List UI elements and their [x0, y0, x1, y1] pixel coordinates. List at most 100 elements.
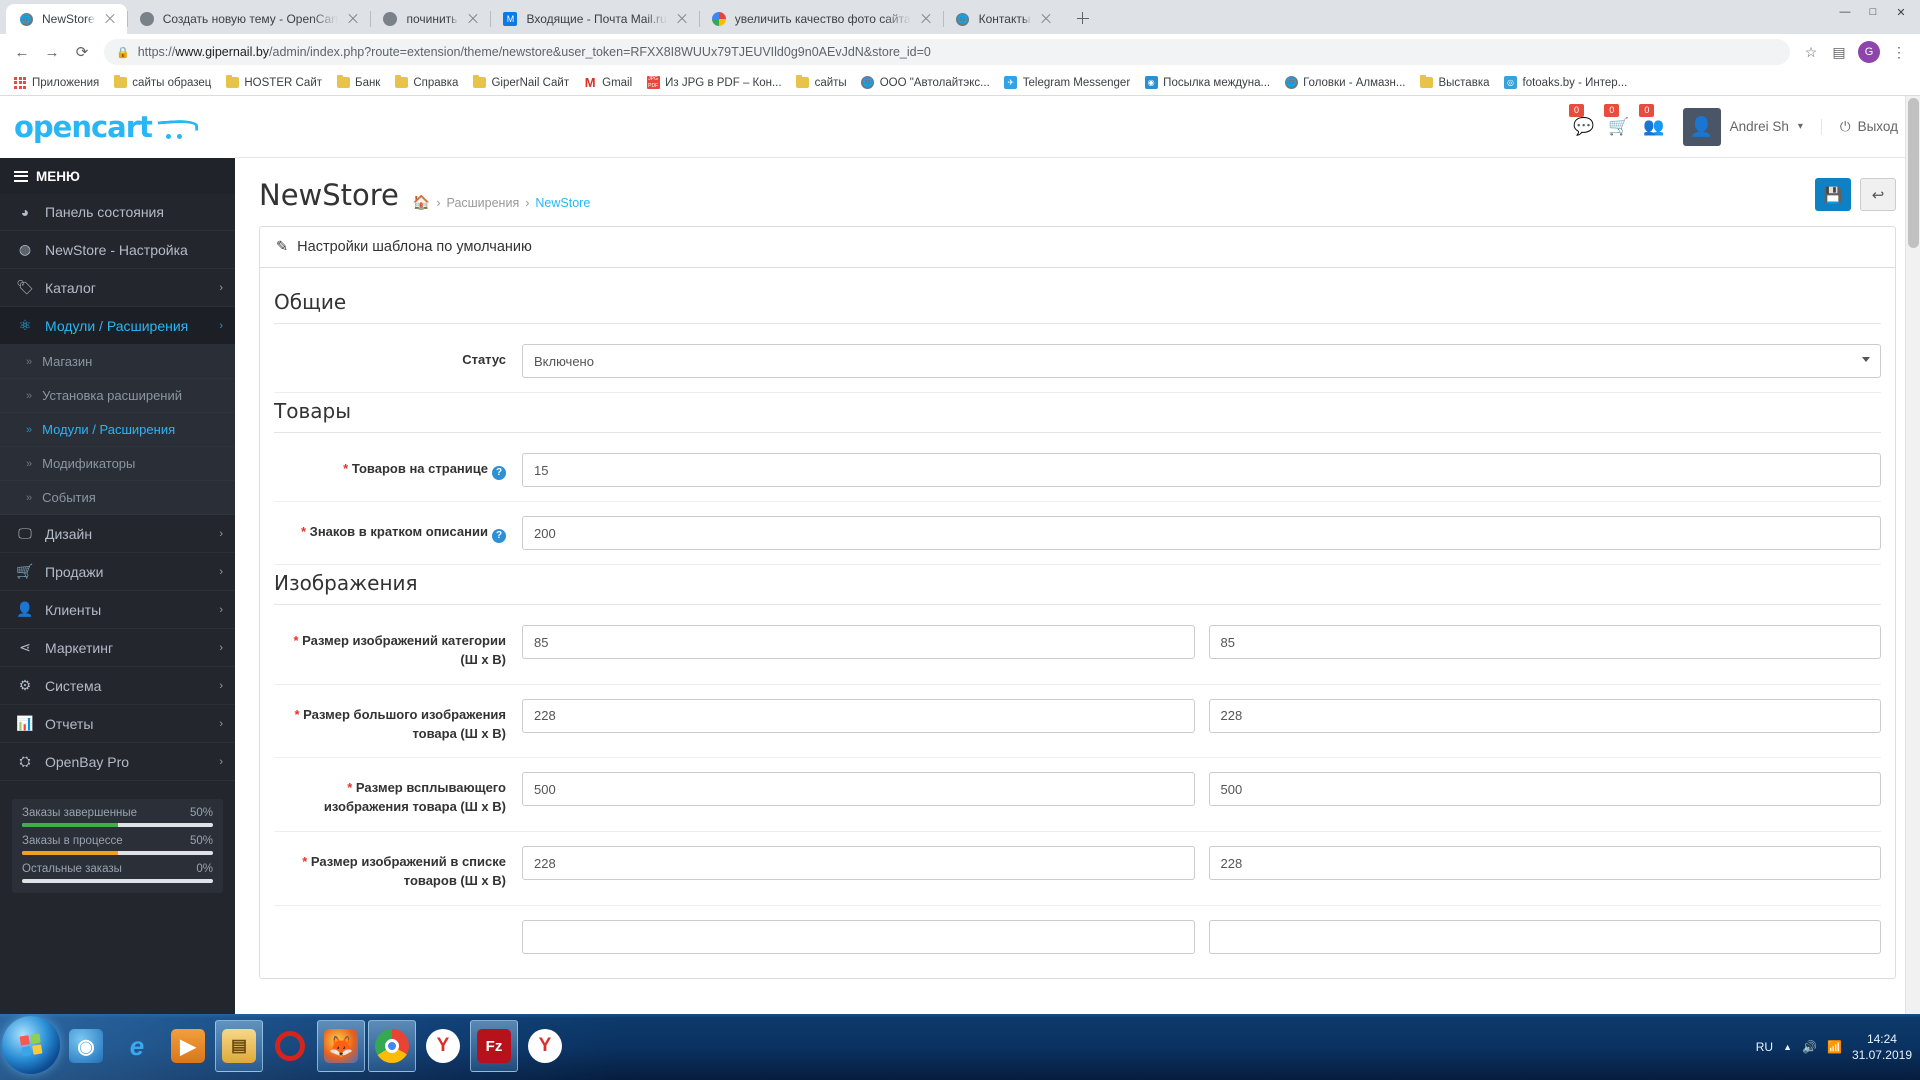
- back-button[interactable]: ↩: [1860, 178, 1896, 211]
- taskbar-filezilla-icon[interactable]: Fz: [470, 1020, 518, 1072]
- sidebar-item-reports[interactable]: 📊 Отчеты ›: [0, 705, 235, 743]
- profile-avatar[interactable]: G: [1858, 41, 1880, 63]
- products-per-page-input[interactable]: 15: [522, 453, 1881, 487]
- short-description-chars-input[interactable]: 200: [522, 516, 1881, 550]
- user-alert-icon[interactable]: 👥 0: [1639, 103, 1665, 137]
- taskbar-firefox-icon[interactable]: 🦊: [317, 1020, 365, 1072]
- submenu-item-events[interactable]: » События: [0, 481, 235, 515]
- clock[interactable]: 14:24 31.07.2019: [1852, 1031, 1912, 1063]
- comment-icon[interactable]: 💬 0: [1569, 103, 1594, 137]
- close-icon[interactable]: [1039, 12, 1053, 26]
- bookmark-item[interactable]: Банк: [329, 73, 387, 93]
- language-indicator[interactable]: RU: [1756, 1040, 1773, 1054]
- bookmark-item[interactable]: GiperNail Сайт: [465, 73, 576, 93]
- taskbar-yandex-browser-icon[interactable]: Y: [419, 1020, 467, 1072]
- show-hidden-icons-icon[interactable]: ▲: [1783, 1042, 1792, 1052]
- close-icon[interactable]: [466, 12, 480, 26]
- bookmark-item[interactable]: сайты: [789, 73, 854, 93]
- browser-tab[interactable]: 🌐 Контакты: [942, 4, 1063, 34]
- back-button[interactable]: ←: [8, 38, 36, 66]
- bookmark-item[interactable]: Выставка: [1412, 73, 1496, 93]
- help-icon[interactable]: ?: [492, 529, 506, 543]
- submenu-item-extensions[interactable]: » Модули / Расширения: [0, 413, 235, 447]
- bookmark-item[interactable]: 🌐 Головки - Алмазн...: [1277, 73, 1412, 93]
- close-icon[interactable]: [103, 12, 117, 26]
- sidebar-item-system[interactable]: ⚙ Система ›: [0, 667, 235, 705]
- close-icon[interactable]: [675, 12, 689, 26]
- user-menu[interactable]: 👤 Andrei Sh ▾: [1682, 107, 1803, 146]
- sidebar-item-extensions[interactable]: ⚛ Модули / Расширения ›: [0, 307, 235, 345]
- sidebar-item-customers[interactable]: 👤 Клиенты ›: [0, 591, 235, 629]
- submenu-item-installer[interactable]: » Установка расширений: [0, 379, 235, 413]
- opencart-logo[interactable]: opencart: [0, 96, 235, 158]
- large-product-image-width-input[interactable]: 228: [522, 698, 1195, 733]
- windows-start-icon[interactable]: [2, 1016, 60, 1074]
- close-window-button[interactable]: ✕: [1888, 2, 1914, 22]
- category-image-width-input[interactable]: 85: [522, 625, 1195, 659]
- browser-tab[interactable]: починить: [370, 4, 491, 34]
- forward-button[interactable]: →: [38, 38, 66, 66]
- new-tab-button[interactable]: [1069, 4, 1097, 32]
- cart-icon[interactable]: 🛒 0: [1604, 103, 1629, 137]
- extension-icon[interactable]: ▤: [1826, 39, 1852, 65]
- reload-button[interactable]: ⟳: [68, 38, 96, 66]
- bookmark-star-icon[interactable]: ☆: [1798, 39, 1824, 65]
- network-icon[interactable]: 📶: [1827, 1040, 1842, 1054]
- sidebar-item-newstore-settings[interactable]: ◍ NewStore - Настройка: [0, 231, 235, 269]
- browser-tab[interactable]: M Входящие - Почта Mail.ru: [490, 4, 699, 34]
- taskbar-explorer-globe-icon[interactable]: ◉: [62, 1020, 110, 1072]
- sidebar-item-marketing[interactable]: ⋖ Маркетинг ›: [0, 629, 235, 667]
- logout-button[interactable]: ⏻ Выход: [1820, 118, 1898, 135]
- breadcrumb-home-icon[interactable]: 🏠: [413, 194, 430, 211]
- category-image-height-input[interactable]: 85: [1208, 625, 1881, 659]
- bookmark-item[interactable]: ◉ Посылка междуна...: [1137, 73, 1277, 93]
- bookmark-item[interactable]: HOSTER Сайт: [218, 73, 329, 93]
- bookmark-item[interactable]: Справка: [387, 73, 465, 93]
- product-list-image-width-input[interactable]: 228: [522, 846, 1195, 881]
- taskbar-chrome-icon[interactable]: [368, 1020, 416, 1072]
- taskbar-media-player-icon[interactable]: ▶: [164, 1020, 212, 1072]
- sidebar-item-openbay-pro[interactable]: ⛭ OpenBay Pro ›: [0, 743, 235, 781]
- taskbar-opera-icon[interactable]: [266, 1020, 314, 1072]
- browser-tab[interactable]: увеличить качество фото сайта: [698, 4, 943, 34]
- save-button[interactable]: 💾: [1815, 178, 1851, 211]
- breadcrumb-item-extensions[interactable]: Расширения: [447, 196, 520, 210]
- popup-product-image-height-input[interactable]: 500: [1208, 772, 1881, 807]
- breadcrumb-item-newstore[interactable]: NewStore: [535, 196, 590, 210]
- bookmark-item[interactable]: JPG PDF Из JPG в PDF – Кон...: [639, 73, 788, 93]
- submenu-item-modifications[interactable]: » Модификаторы: [0, 447, 235, 481]
- next-field-height-input[interactable]: [1208, 919, 1881, 954]
- taskbar-internet-explorer-icon[interactable]: e: [113, 1020, 161, 1072]
- page-scrollbar[interactable]: [1905, 96, 1920, 1014]
- sidebar-item-design[interactable]: 🖵 Дизайн ›: [0, 515, 235, 553]
- bookmark-item[interactable]: ✈ Telegram Messenger: [997, 73, 1137, 93]
- sidebar-item-dashboard[interactable]: ◕ Панель состояния: [0, 194, 235, 231]
- submenu-item-marketplace[interactable]: » Магазин: [0, 345, 235, 379]
- maximize-button[interactable]: □: [1860, 2, 1886, 22]
- taskbar-yandex-disk-icon[interactable]: Y: [521, 1020, 569, 1072]
- taskbar-file-explorer-icon[interactable]: ▤: [215, 1020, 263, 1072]
- address-bar[interactable]: 🔒 https://www.gipernail.by/admin/index.p…: [104, 39, 1790, 65]
- bookmark-item[interactable]: сайты образец: [106, 73, 218, 93]
- bookmark-item[interactable]: Приложения: [6, 73, 106, 93]
- product-list-image-height-input[interactable]: 228: [1208, 846, 1881, 881]
- popup-product-image-width-input[interactable]: 500: [522, 772, 1195, 807]
- bookmark-item[interactable]: 🌐 ООО "Автолайтэкс...: [854, 73, 997, 93]
- volume-icon[interactable]: 🔊: [1802, 1040, 1817, 1054]
- browser-tab[interactable]: 🌐 NewStore: [6, 4, 127, 34]
- sidebar-item-sales[interactable]: 🛒 Продажи ›: [0, 553, 235, 591]
- hamburger-icon[interactable]: [14, 168, 28, 184]
- next-field-width-input[interactable]: [522, 919, 1195, 954]
- bookmark-item[interactable]: ◎ fotoaks.by - Интер...: [1497, 73, 1635, 93]
- minimize-button[interactable]: —: [1832, 2, 1858, 22]
- close-icon[interactable]: [919, 12, 933, 26]
- close-icon[interactable]: [346, 12, 360, 26]
- browser-tab[interactable]: Создать новую тему - OpenCart: [126, 4, 371, 34]
- bookmark-item[interactable]: M Gmail: [576, 73, 639, 93]
- scrollbar-thumb[interactable]: [1908, 98, 1919, 248]
- large-product-image-height-input[interactable]: 228: [1208, 698, 1881, 733]
- status-select[interactable]: Включено: [522, 344, 1881, 378]
- sidebar-item-catalog[interactable]: 🏷 Каталог ›: [0, 269, 235, 307]
- help-icon[interactable]: ?: [492, 466, 506, 480]
- browser-menu-icon[interactable]: ⋮: [1886, 39, 1912, 65]
